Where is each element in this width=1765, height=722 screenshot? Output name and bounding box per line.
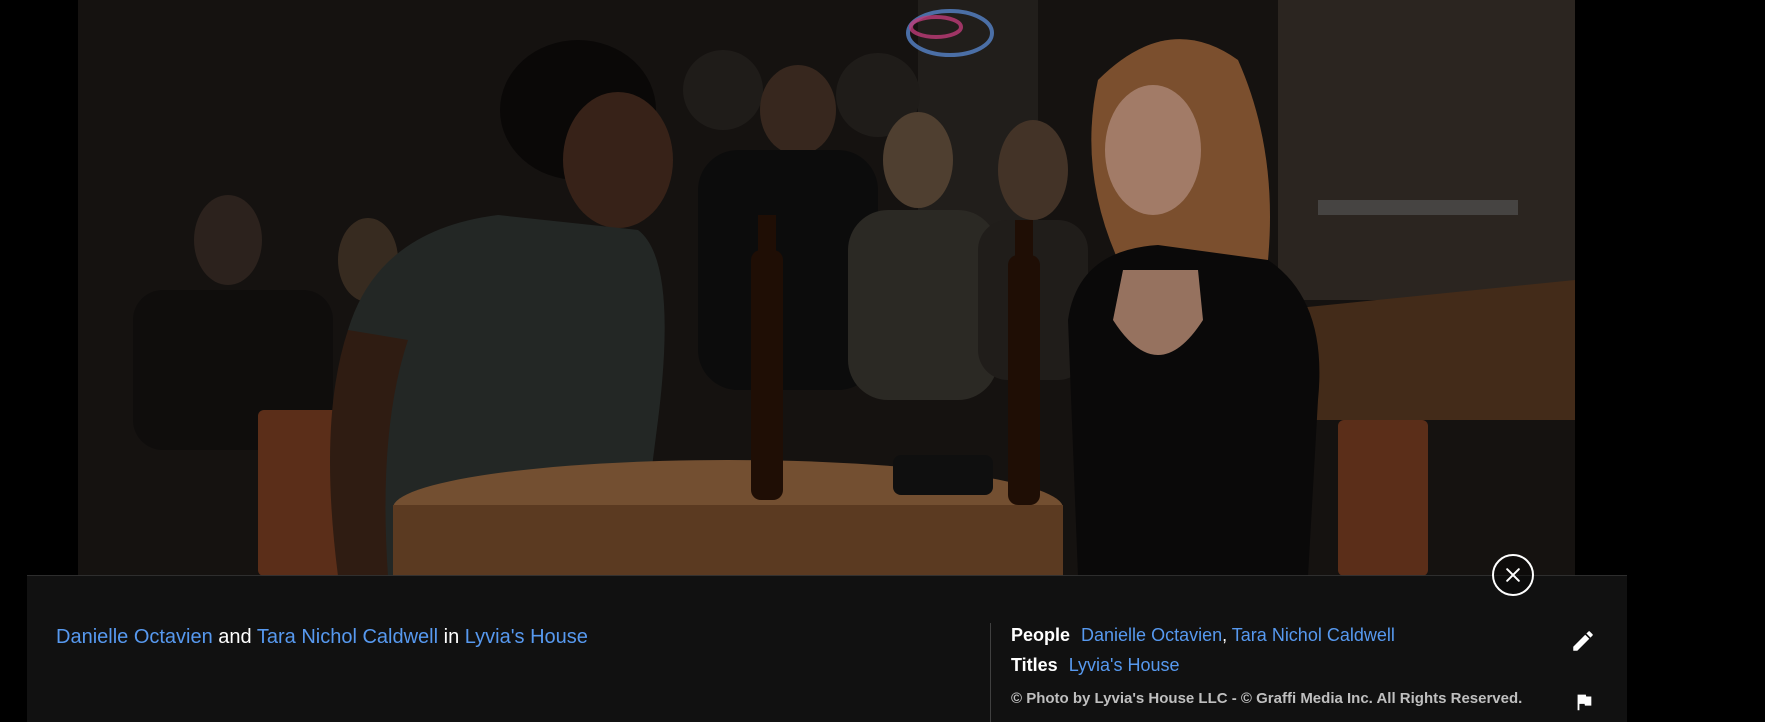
- caption-and-text: and: [212, 626, 257, 648]
- people-link[interactable]: Tara Nichol Caldwell: [1232, 625, 1395, 645]
- panel-divider: [990, 623, 991, 722]
- copyright-text: © Photo by Lyvia's House LLC - © Graffi …: [1011, 690, 1523, 707]
- photo-scene: [78, 0, 1575, 576]
- people-label: People: [1011, 625, 1071, 645]
- people-link[interactable]: Danielle Octavien: [1081, 625, 1222, 645]
- caption-person-link[interactable]: Tara Nichol Caldwell: [257, 626, 438, 648]
- photo-caption: Danielle Octavien and Tara Nichol Caldwe…: [56, 626, 588, 649]
- close-icon: [1506, 568, 1520, 582]
- close-button[interactable]: [1492, 554, 1534, 596]
- photo-info-panel: Danielle Octavien and Tara Nichol Caldwe…: [27, 575, 1627, 722]
- caption-in-text: in: [438, 626, 465, 648]
- people-separator: ,: [1222, 625, 1232, 645]
- flag-icon[interactable]: [1573, 691, 1595, 713]
- title-link[interactable]: Lyvia's House: [1069, 655, 1180, 675]
- movie-still-photo: [78, 0, 1575, 576]
- titles-label: Titles: [1011, 655, 1058, 675]
- caption-title-link[interactable]: Lyvia's House: [465, 626, 588, 648]
- titles-row: Titles Lyvia's House: [1011, 655, 1180, 676]
- pencil-icon[interactable]: [1570, 628, 1596, 654]
- people-row: People Danielle Octavien, Tara Nichol Cal…: [1011, 625, 1395, 646]
- caption-person-link[interactable]: Danielle Octavien: [56, 626, 213, 648]
